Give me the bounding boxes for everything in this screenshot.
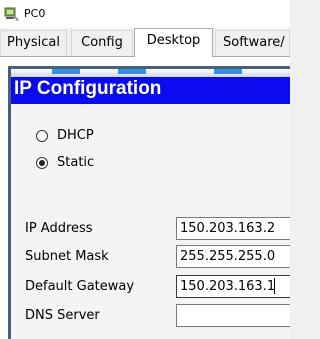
static-radio[interactable] [36,157,48,169]
static-label[interactable]: Static [57,155,94,170]
ip-address-input[interactable] [176,217,290,240]
default-gateway-label: Default Gateway [25,279,135,294]
tab-config[interactable]: Config [71,30,133,56]
tab-software[interactable]: Software/ [215,30,290,56]
pc-icon [4,7,19,21]
title-bar: PC0 [0,0,290,28]
tab-bar: Physical Config Desktop Software/ [0,28,290,57]
dns-server-label: DNS Server [25,308,100,323]
default-gateway-input[interactable] [176,275,290,298]
text-caret [274,278,275,294]
ip-config-title: IP Configuration [14,78,162,99]
subnet-mask-label: Subnet Mask [25,249,109,264]
dhcp-label[interactable]: DHCP [57,128,94,143]
tab-physical[interactable]: Physical [0,30,67,56]
subnet-mask-input[interactable] [176,245,290,268]
window-title: PC0 [24,7,46,20]
tab-desktop[interactable]: Desktop [134,28,213,57]
dhcp-radio[interactable] [36,130,48,142]
radio-selected-dot [39,160,45,166]
ip-configuration-dialog [8,66,290,339]
ip-address-label: IP Address [25,221,93,236]
dns-server-input[interactable] [176,304,290,327]
